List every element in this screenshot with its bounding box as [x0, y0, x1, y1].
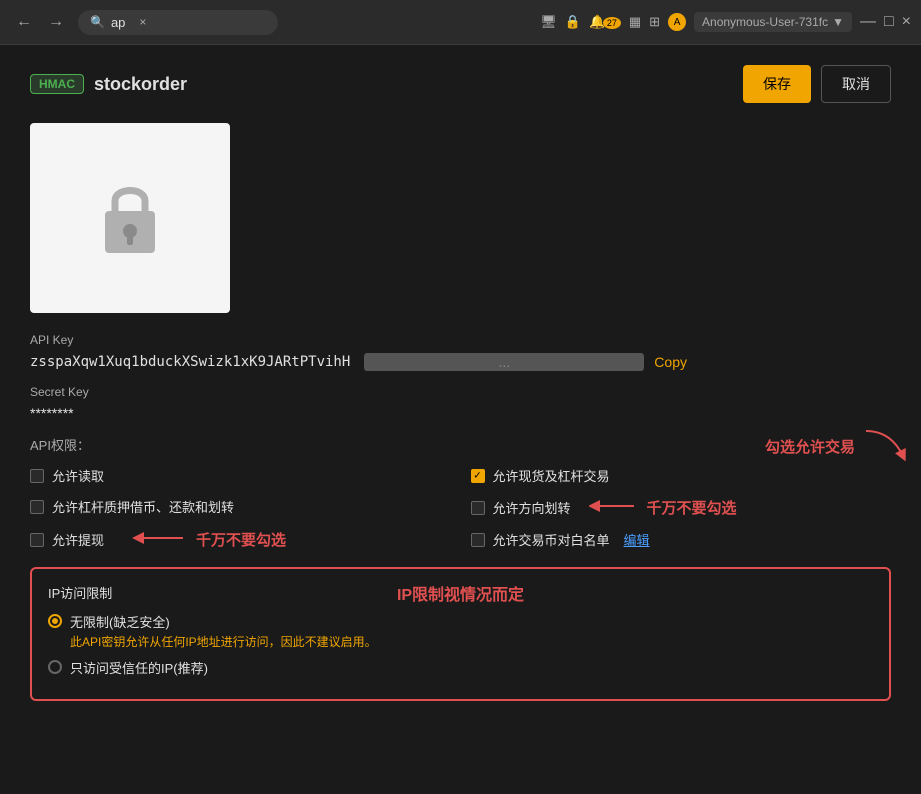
ip-option-trusted: 只访问受信任的IP(推荐) — [48, 658, 873, 677]
ip-radio-trusted[interactable] — [48, 660, 62, 674]
perm-checkbox-spot[interactable] — [471, 469, 485, 483]
perm-col-right: 允许现货及杠杆交易 允许方向划转 千万不要勾选 允许交易币对白名单 编辑 — [471, 466, 892, 551]
address-bar[interactable]: 🔍 ap × — [78, 10, 278, 35]
save-button[interactable]: 保存 — [743, 65, 811, 103]
grid-icon: ▦ — [629, 14, 641, 30]
copy-button[interactable]: Copy — [654, 354, 687, 370]
perm-row-direction: 允许方向划转 千万不要勾选 — [471, 497, 892, 518]
page-header: HMAC stockorder 保存 取消 — [30, 65, 891, 103]
ip-sublabel-unlimited: 此API密钥允许从任何IP地址进行访问，因此不建议启用。 — [70, 633, 377, 650]
ip-label-unlimited: 无限制(缺乏安全) — [70, 612, 377, 631]
user-label[interactable]: Anonymous-User-731fc ▼ — [694, 12, 852, 32]
apps-icon: ⊞ — [649, 14, 660, 30]
ip-label-trusted: 只访问受信任的IP(推荐) — [70, 658, 208, 677]
perm-label-whitelist: 允许交易币对白名单 — [493, 530, 610, 549]
user-name: Anonymous-User-731fc — [702, 15, 828, 29]
annotation-no-withdraw: 千万不要勾选 — [196, 529, 286, 550]
lock-icon — [90, 173, 170, 263]
perm-row-whitelist: 允许交易币对白名单 编辑 — [471, 530, 892, 549]
ip-option-unlimited: 无限制(缺乏安全) 此API密钥允许从任何IP地址进行访问，因此不建议启用。 — [48, 612, 873, 650]
perm-checkbox-withdraw[interactable] — [30, 533, 44, 547]
perm-checkbox-margin[interactable] — [30, 500, 44, 514]
browser-chrome: ← → 🔍 ap × 🖥 🔒 🔔 27 ▦ ⊞ A Anonymous-User… — [0, 0, 921, 45]
perm-col-left: 允许读取 允许杠杆质押借币、还款和划转 允许提现 千万不要勾选 — [30, 466, 451, 551]
perm-label-direction: 允许方向划转 — [493, 498, 571, 517]
arrow-direction-left — [589, 497, 639, 518]
ip-option-trusted-text: 只访问受信任的IP(推荐) — [70, 658, 208, 677]
forward-button[interactable]: → — [42, 9, 70, 35]
arrow-withdraw — [128, 528, 188, 551]
perm-checkbox-read[interactable] — [30, 469, 44, 483]
ip-restriction-box: IP访问限制 IP限制视情况而定 无限制(缺乏安全) 此API密钥允许从任何IP… — [30, 567, 891, 701]
api-key-label: API Key — [30, 333, 891, 347]
perm-label-read: 允许读取 — [52, 466, 104, 485]
nav-buttons: ← → — [10, 9, 70, 35]
perm-label-withdraw: 允许提现 — [52, 530, 104, 549]
minimize-button[interactable]: — — [860, 13, 876, 31]
header-left: HMAC stockorder — [30, 74, 187, 95]
perm-row-spot: 允许现货及杠杆交易 — [471, 466, 892, 485]
tab-close-icon[interactable]: × — [139, 15, 146, 29]
hmac-badge: HMAC — [30, 74, 84, 94]
chevron-down-icon: ▼ — [832, 15, 844, 29]
api-key-row: zsspaXqw1Xuq1bduckXSwizk1xK9JARtPTvihH C… — [30, 353, 891, 371]
lock-image-box — [30, 123, 230, 313]
api-key-value: zsspaXqw1Xuq1bduckXSwizk1xK9JARtPTvihH — [30, 354, 350, 370]
lock-small-icon: 🔒 — [565, 14, 581, 30]
page-title: stockorder — [94, 74, 187, 95]
maximize-button[interactable]: □ — [884, 13, 894, 31]
whitelist-edit-link[interactable]: 编辑 — [624, 530, 650, 549]
header-buttons: 保存 取消 — [743, 65, 891, 103]
secret-key-label: Secret Key — [30, 385, 891, 399]
bell-icon: 🔔 27 — [589, 14, 621, 30]
perm-label-spot: 允许现货及杠杆交易 — [493, 466, 610, 485]
user-avatar-icon: A — [668, 13, 686, 31]
annotation-trade-block: 勾选允许交易 — [765, 426, 911, 466]
ip-option-unlimited-text: 无限制(缺乏安全) 此API密钥允许从任何IP地址进行访问，因此不建议启用。 — [70, 612, 377, 650]
ip-center-text: IP限制视情况而定 — [397, 581, 524, 605]
monitor-icon: 🖥 — [540, 14, 557, 30]
perm-row-read: 允许读取 — [30, 466, 451, 485]
main-content: HMAC stockorder 保存 取消 API Key zsspaXqw1X… — [0, 45, 921, 721]
search-icon: 🔍 — [90, 15, 105, 29]
api-key-blurred — [364, 353, 644, 371]
permissions-grid: 允许读取 允许杠杆质押借币、还款和划转 允许提现 千万不要勾选 — [30, 466, 891, 551]
cancel-button[interactable]: 取消 — [821, 65, 891, 103]
search-query: ap — [111, 15, 125, 30]
perm-row-margin: 允许杠杆质押借币、还款和划转 — [30, 497, 451, 516]
back-button[interactable]: ← — [10, 9, 38, 35]
secret-key-value: ******** — [30, 405, 891, 421]
permissions-label: API权限： — [30, 435, 891, 454]
notification-count: 27 — [603, 17, 621, 29]
browser-icons: 🖥 🔒 🔔 27 ▦ ⊞ A Anonymous-User-731fc ▼ — … — [540, 12, 911, 32]
annotation-no-direction: 千万不要勾选 — [647, 497, 737, 518]
close-window-button[interactable]: × — [902, 13, 911, 31]
perm-checkbox-whitelist[interactable] — [471, 533, 485, 547]
perm-checkbox-direction[interactable] — [471, 501, 485, 515]
perm-label-margin: 允许杠杆质押借币、还款和划转 — [52, 497, 234, 516]
arrow-trade-icon — [861, 426, 911, 466]
annotation-trade-text: 勾选允许交易 — [765, 436, 855, 457]
perm-row-withdraw: 允许提现 千万不要勾选 — [30, 528, 451, 551]
permissions-section: API权限： 允许读取 允许杠杆质押借币、还款和划转 允许提现 — [30, 435, 891, 701]
ip-radio-unlimited[interactable] — [48, 614, 62, 628]
